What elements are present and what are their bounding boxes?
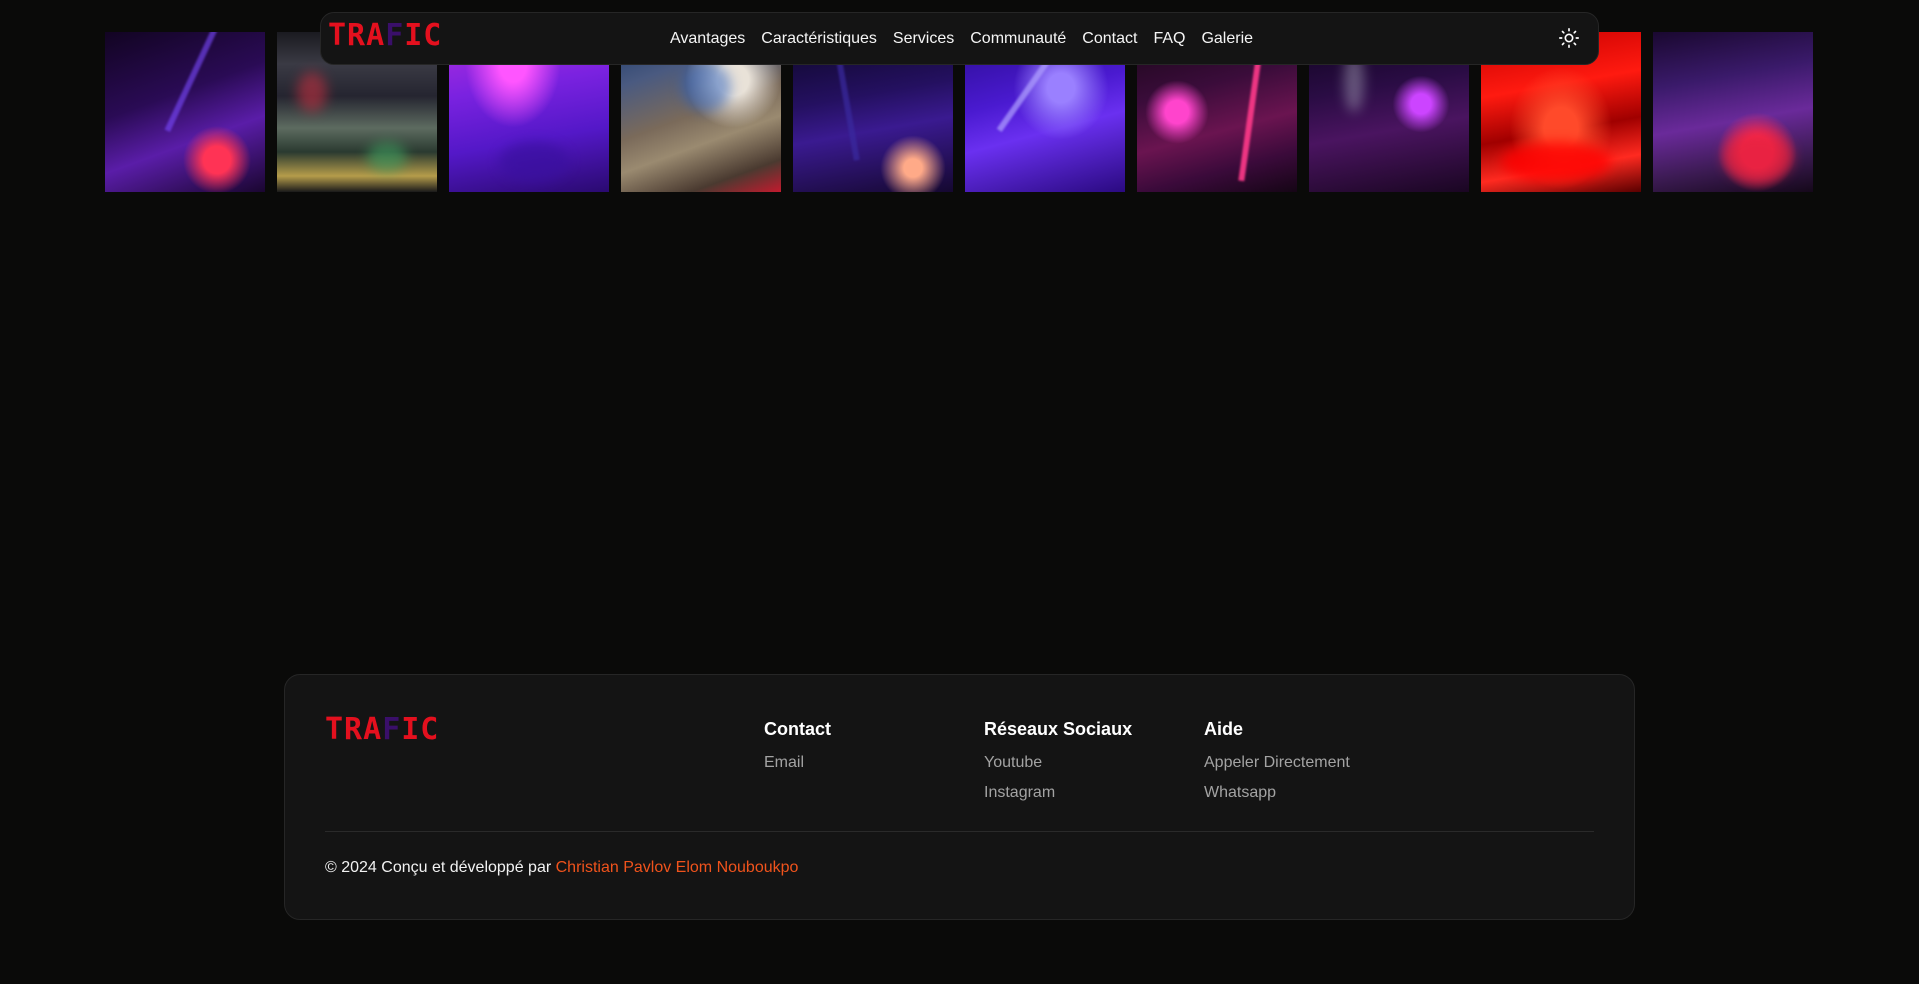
- footer-link-instagram[interactable]: Instagram: [984, 784, 1132, 802]
- nav-links: Avantages Caractéristiques Services Comm…: [321, 13, 1598, 64]
- nav-link-caracteristiques[interactable]: Caractéristiques: [761, 30, 877, 48]
- nav-link-faq[interactable]: FAQ: [1153, 30, 1185, 48]
- footer-column-title: Réseaux Sociaux: [984, 719, 1133, 739]
- logo-text-mid: F: [382, 712, 402, 747]
- footer-column-title: Aide: [1204, 719, 1244, 739]
- sun-icon: [1559, 28, 1579, 48]
- footer-link-call[interactable]: Appeler Directement: [1204, 754, 1350, 772]
- nav-link-services[interactable]: Services: [893, 30, 954, 48]
- footer: TRA F IC Contact Email Réseaux Sociaux You…: [284, 674, 1635, 920]
- gallery-image[interactable]: [105, 32, 265, 192]
- footer-column-contact: Contact Email: [764, 719, 831, 784]
- copyright-text: © 2024 Conçu et développé par: [325, 859, 556, 876]
- logo-text-left: TRA: [325, 712, 383, 747]
- theme-toggle-button[interactable]: [1558, 27, 1580, 49]
- copyright: © 2024 Conçu et développé par Christian …: [325, 859, 798, 877]
- author-link[interactable]: Christian Pavlov Elom Nouboukpo: [556, 859, 799, 876]
- gallery-image[interactable]: [1653, 32, 1813, 192]
- page: TRA F IC Avantages Caractéristiques Servic…: [0, 0, 1919, 984]
- footer-link-whatsapp[interactable]: Whatsapp: [1204, 784, 1350, 802]
- footer-column-social: Réseaux Sociaux Youtube Instagram: [984, 719, 1132, 814]
- footer-column-help: Aide Appeler Directement Whatsapp: [1204, 719, 1350, 814]
- nav-link-communaute[interactable]: Communauté: [970, 30, 1066, 48]
- footer-divider: [325, 831, 1594, 832]
- footer-link-email[interactable]: Email: [764, 754, 831, 772]
- footer-column-title: Contact: [764, 719, 831, 739]
- navbar: TRA F IC Avantages Caractéristiques Servic…: [320, 12, 1599, 65]
- nav-link-avantages[interactable]: Avantages: [670, 30, 745, 48]
- nav-link-contact[interactable]: Contact: [1082, 30, 1137, 48]
- logo-text-right: IC: [401, 712, 440, 747]
- nav-link-galerie[interactable]: Galerie: [1201, 30, 1253, 48]
- footer-link-youtube[interactable]: Youtube: [984, 754, 1132, 772]
- footer-logo[interactable]: TRA F IC: [325, 715, 439, 745]
